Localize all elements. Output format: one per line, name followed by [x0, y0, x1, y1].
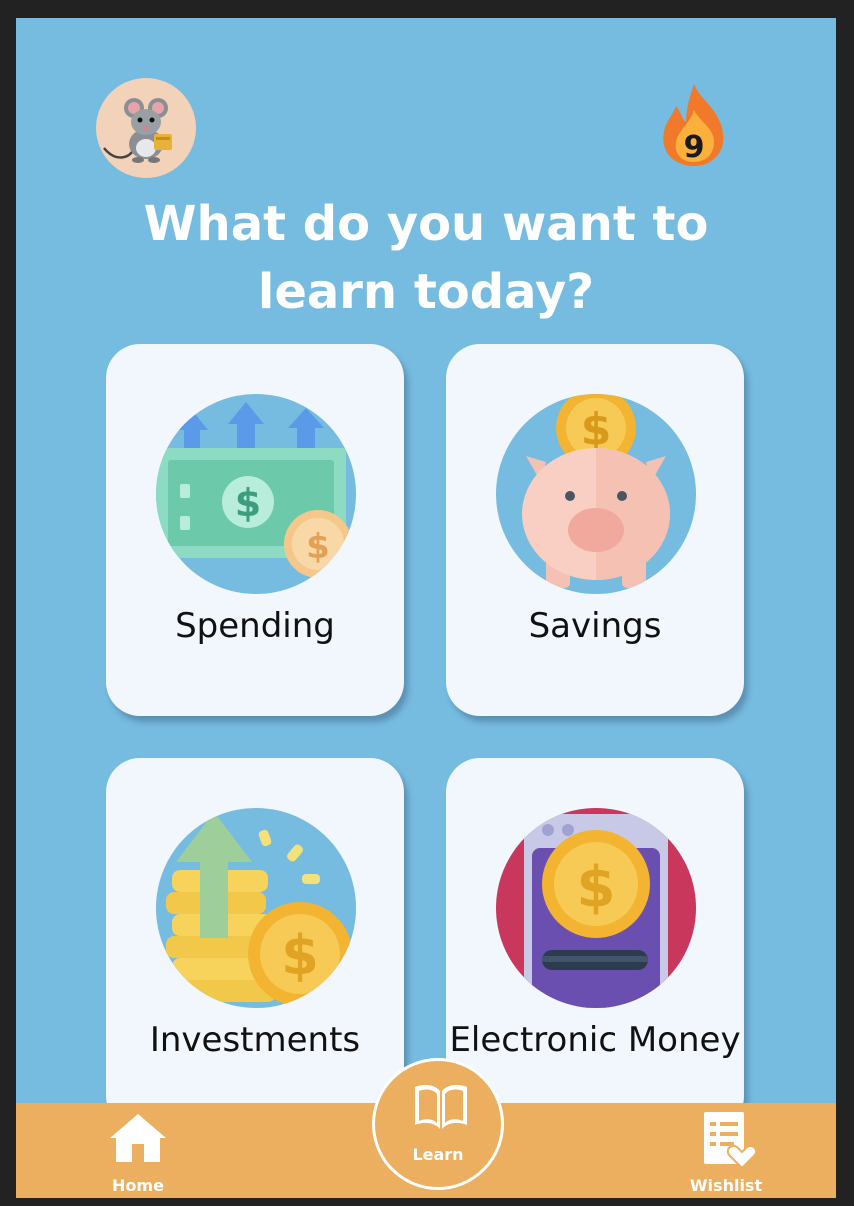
- learn-screen: 9 What do you want to learn today? $ $ S…: [16, 18, 836, 1198]
- home-icon: [110, 1114, 166, 1162]
- title-line-1: What do you want to: [143, 196, 709, 252]
- svg-text:$: $: [581, 404, 612, 455]
- cash-money-icon: $ $: [156, 394, 356, 594]
- svg-text:$: $: [306, 527, 330, 567]
- profile-avatar[interactable]: [96, 78, 196, 178]
- tab-home[interactable]: Home: [86, 1110, 190, 1195]
- piggy-bank-icon: $: [496, 394, 696, 594]
- tab-wishlist[interactable]: Wishlist: [666, 1110, 786, 1195]
- svg-text:$: $: [235, 481, 261, 525]
- topic-card-investments[interactable]: $ Investments: [106, 758, 404, 1130]
- wishlist-icon: [704, 1112, 756, 1170]
- tab-wishlist-label: Wishlist: [689, 1176, 763, 1195]
- topic-label: Investments: [149, 1020, 361, 1060]
- topic-label: Electronic Money: [449, 1020, 741, 1060]
- tab-learn-label: Learn: [412, 1145, 464, 1164]
- mouse-avatar-icon: [103, 98, 172, 163]
- topic-label: Savings: [528, 606, 662, 646]
- topic-label: Spending: [175, 606, 335, 646]
- streak-badge[interactable]: 9: [656, 80, 732, 170]
- book-icon: [415, 1084, 467, 1129]
- svg-text:$: $: [281, 924, 319, 987]
- page-title: What do you want to learn today?: [126, 190, 726, 326]
- streak-count: 9: [683, 130, 705, 165]
- tab-learn[interactable]: Learn: [372, 1058, 504, 1190]
- topic-card-electronic-money[interactable]: $ Electronic Money: [446, 758, 744, 1130]
- tab-home-label: Home: [112, 1176, 164, 1195]
- coin-stack-growth-icon: $: [156, 808, 356, 1008]
- title-line-2: learn today?: [257, 264, 595, 320]
- topic-card-savings[interactable]: $ Savings: [446, 344, 744, 716]
- svg-text:$: $: [577, 855, 616, 920]
- topic-card-spending[interactable]: $ $ Spending: [106, 344, 404, 716]
- digital-coin-icon: $: [496, 808, 696, 1008]
